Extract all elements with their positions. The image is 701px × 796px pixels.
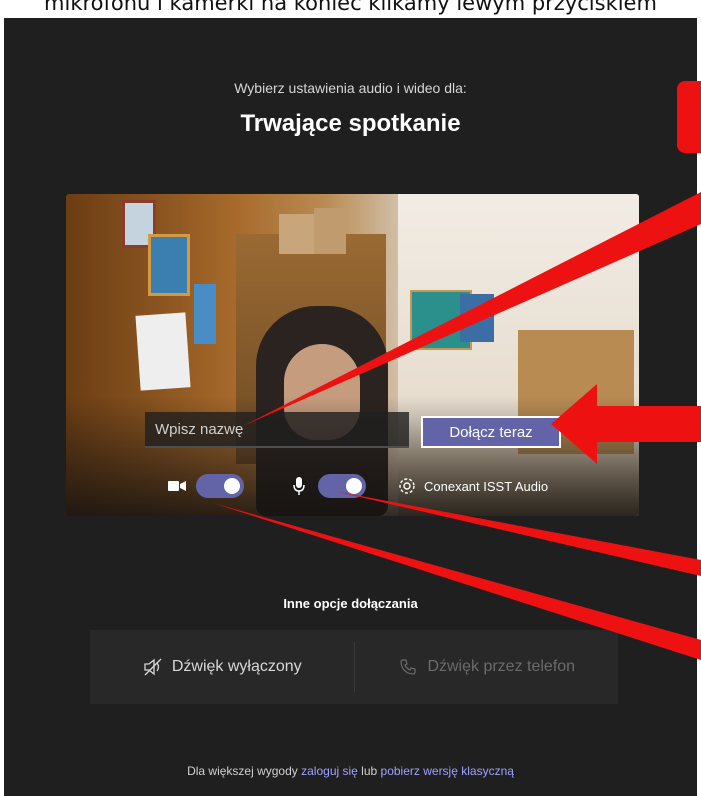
- annotation-arrow-join: [551, 384, 701, 464]
- annotation-arrow-camera: [213, 503, 701, 660]
- annotation-arrow-microphone: [334, 491, 701, 576]
- annotation-arrow-name: [243, 192, 701, 426]
- annotation-overlay: [213, 192, 701, 660]
